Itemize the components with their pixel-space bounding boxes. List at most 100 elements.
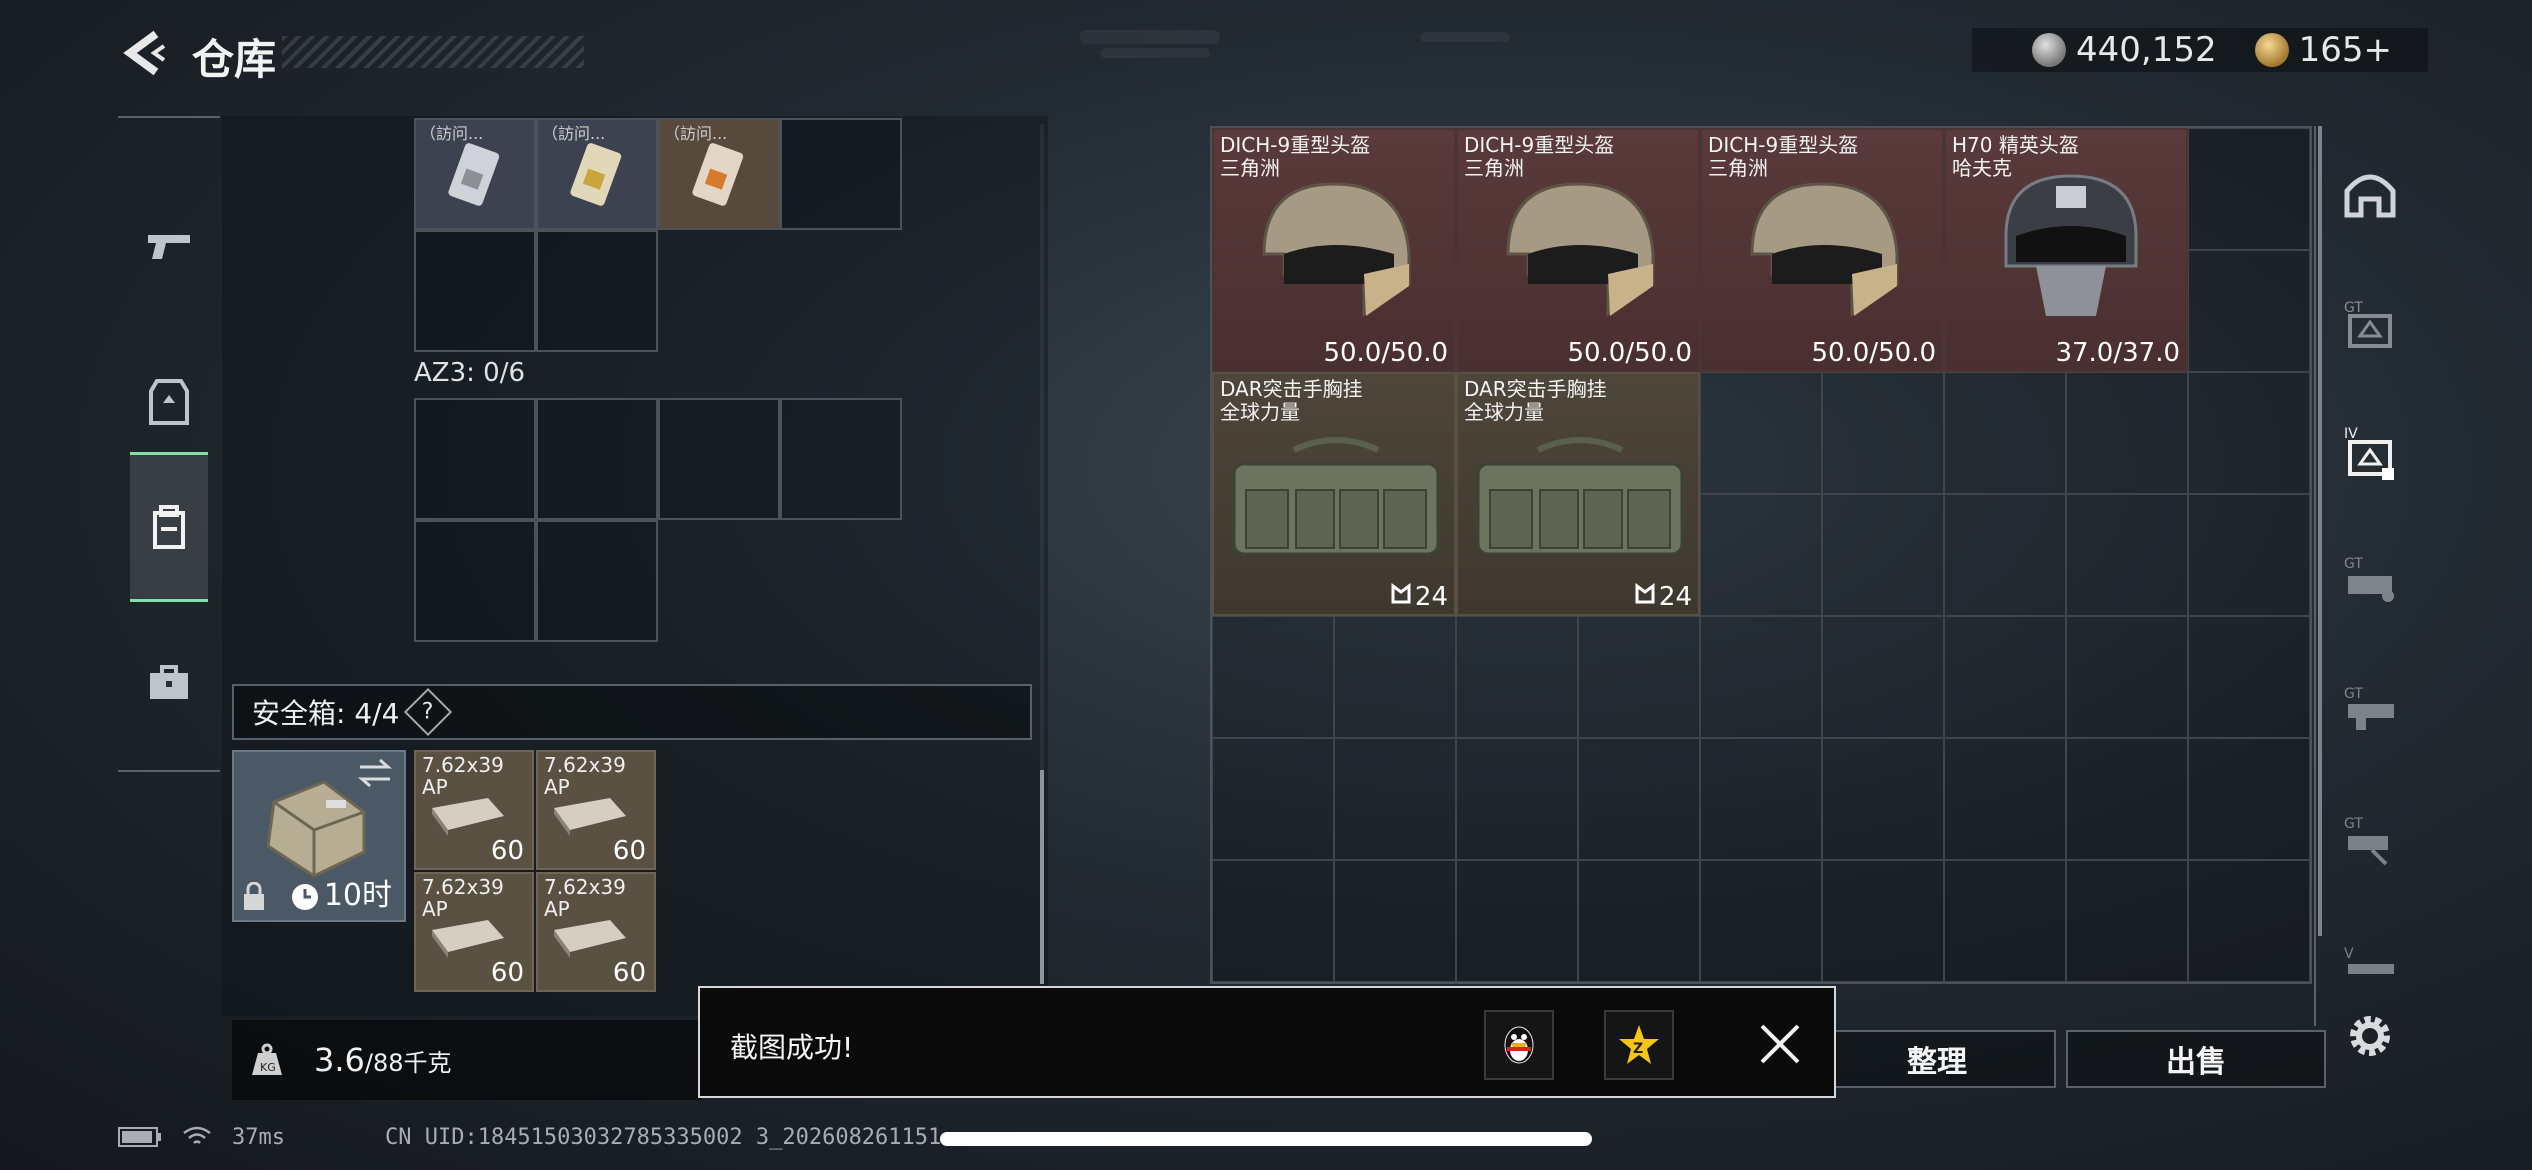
ammo-slot[interactable]: 7.62x39 AP 60	[414, 750, 534, 870]
stash-grid-cell[interactable]	[2188, 738, 2310, 860]
tab-weapons[interactable]	[130, 172, 208, 322]
az3-slot[interactable]	[780, 398, 902, 520]
stash-grid-cell[interactable]	[1334, 616, 1456, 738]
stash-grid-cell[interactable]	[2188, 494, 2310, 616]
stash-grid-cell[interactable]	[1212, 738, 1334, 860]
stash-grid-cell[interactable]	[1334, 738, 1456, 860]
container-slot[interactable]: （訪问...	[658, 118, 780, 230]
svg-text:GT: GT	[2344, 686, 2363, 702]
safebox-header: 安全箱: 4/4 ?	[232, 684, 1032, 740]
stash-grid-cell[interactable]	[2188, 860, 2310, 982]
stash-grid-cell[interactable]	[1212, 860, 1334, 982]
item-label: （訪问...	[664, 124, 728, 143]
container-slot[interactable]	[780, 118, 902, 230]
home-indicator[interactable]	[940, 1132, 1592, 1146]
stash-item-helmet[interactable]: DICH-9重型头盔 三角洲 50.0/50.0	[1212, 128, 1456, 372]
stash-grid-cell[interactable]	[1822, 372, 1944, 494]
stash-grid-cell[interactable]	[2066, 860, 2188, 982]
stash-grid-cell[interactable]	[2066, 372, 2188, 494]
stash-page-main-icon[interactable]	[2336, 160, 2404, 228]
tab-backpack[interactable]	[130, 452, 208, 602]
stash-grid-cell[interactable]	[1700, 616, 1822, 738]
help-icon[interactable]: ?	[404, 687, 453, 737]
stash-scrollbar[interactable]	[2318, 126, 2322, 936]
ammo-box-icon	[432, 798, 504, 836]
background-light-streak	[1080, 30, 1220, 44]
stash-grid-cell[interactable]	[1700, 738, 1822, 860]
stash-item-helmet[interactable]: DICH-9重型头盔 三角洲 50.0/50.0	[1456, 128, 1700, 372]
container-slot[interactable]: （訪问...	[536, 118, 658, 230]
weight-text: 3.6/88千克	[302, 1041, 452, 1079]
stash-grid-cell[interactable]	[1944, 616, 2066, 738]
currency-bar: 440,152 165+	[1972, 28, 2428, 72]
item-label: （訪问...	[542, 124, 606, 143]
gold-coin-icon[interactable]	[2254, 33, 2289, 67]
left-scrollbar-thumb[interactable]	[1040, 770, 1044, 984]
stash-page-gt3-icon[interactable]: GT	[2336, 676, 2404, 744]
swap-icon[interactable]	[358, 758, 392, 788]
stash-grid-cell[interactable]	[1456, 616, 1578, 738]
ammo-slot[interactable]: 7.62x39 AP 60	[536, 872, 656, 992]
az3-slot[interactable]	[414, 398, 536, 520]
stash-grid-cell[interactable]	[2188, 372, 2310, 494]
stash-grid-cell[interactable]	[1822, 616, 1944, 738]
sort-button[interactable]: 整理	[1818, 1030, 2056, 1088]
share-qq-button[interactable]	[1484, 1010, 1554, 1080]
stash-grid-cell[interactable]	[1822, 738, 1944, 860]
safebox-slot[interactable]: 10时	[232, 750, 406, 922]
stash-grid-cell[interactable]	[1944, 372, 2066, 494]
stash-page-gt1-icon[interactable]: GT	[2336, 290, 2404, 358]
stash-grid-cell[interactable]	[1944, 738, 2066, 860]
container-slot[interactable]	[536, 230, 658, 352]
stash-grid-cell[interactable]	[1700, 372, 1822, 494]
stash-grid-cell[interactable]	[1944, 860, 2066, 982]
az3-slot[interactable]	[658, 398, 780, 520]
back-arrow-icon[interactable]	[118, 28, 168, 78]
az3-slot[interactable]	[536, 520, 658, 642]
stash-grid-cell[interactable]	[1578, 616, 1700, 738]
stash-grid-cell[interactable]	[1700, 494, 1822, 616]
stash-grid-cell[interactable]	[1944, 494, 2066, 616]
title-decoration	[282, 36, 584, 68]
durability: 50.0/50.0	[1323, 338, 1448, 368]
az3-slot[interactable]	[414, 520, 536, 642]
keycard-icon	[448, 143, 500, 206]
share-qzone-button[interactable]: Z	[1604, 1010, 1674, 1080]
stash-item-helmet[interactable]: DICH-9重型头盔 三角洲 50.0/50.0	[1700, 128, 1944, 372]
stash-grid-cell[interactable]	[2188, 250, 2310, 372]
stash-grid-cell[interactable]	[2066, 616, 2188, 738]
stash-grid-cell[interactable]	[1456, 738, 1578, 860]
stash-page-gt4-icon[interactable]: GT	[2336, 806, 2404, 874]
stash-grid-cell[interactable]	[1700, 860, 1822, 982]
stash-page-iv-icon[interactable]: IV	[2336, 418, 2404, 486]
ammo-slot[interactable]: 7.62x39 AP 60	[414, 872, 534, 992]
stash-grid-cell[interactable]	[2066, 494, 2188, 616]
stash-grid-cell[interactable]	[1822, 494, 1944, 616]
stash-grid-cell[interactable]	[2188, 128, 2310, 250]
tab-equipment-case[interactable]	[130, 608, 208, 758]
stash-grid-cell[interactable]	[1334, 860, 1456, 982]
close-icon[interactable]	[1754, 1018, 1806, 1070]
silver-value: 440,152	[2076, 30, 2217, 70]
stash-item-helmet[interactable]: H70 精英头盔 哈夫克 37.0/37.0	[1944, 128, 2188, 372]
stash-grid-cell[interactable]	[1212, 616, 1334, 738]
container-slot[interactable]: （訪问...	[414, 118, 536, 230]
stash-item-chest-rig[interactable]: DAR突击手胸挂 全球力量 24	[1212, 372, 1456, 616]
gold-value[interactable]: 165+	[2299, 30, 2392, 70]
stash-page-v-icon[interactable]: V	[2336, 928, 2404, 996]
stash-grid-cell[interactable]	[2188, 616, 2310, 738]
stash-item-chest-rig[interactable]: DAR突击手胸挂 全球力量 24	[1456, 372, 1700, 616]
lock-icon	[244, 882, 264, 910]
svg-text:GT: GT	[2344, 816, 2363, 832]
ammo-slot[interactable]: 7.62x39 AP 60	[536, 750, 656, 870]
az3-slot[interactable]	[536, 398, 658, 520]
stash-grid-cell[interactable]	[1578, 738, 1700, 860]
stash-page-gt2-icon[interactable]: GT	[2336, 546, 2404, 614]
sell-button[interactable]: 出售	[2066, 1030, 2326, 1088]
stash-grid-cell[interactable]	[1822, 860, 1944, 982]
stash-grid-cell[interactable]	[1456, 860, 1578, 982]
stash-grid-cell[interactable]	[1578, 860, 1700, 982]
settings-gear-icon[interactable]	[2342, 1008, 2398, 1064]
container-slot[interactable]	[414, 230, 536, 352]
stash-grid-cell[interactable]	[2066, 738, 2188, 860]
